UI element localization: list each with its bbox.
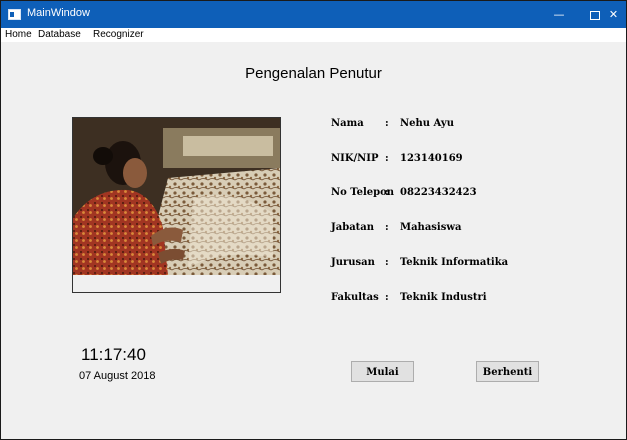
window-title: MainWindow xyxy=(27,7,90,19)
label-fakultas: Fakultas xyxy=(331,292,379,303)
label-jurusan: Jurusan xyxy=(331,257,375,268)
menu-bar: Home Database Recognizer xyxy=(1,28,626,42)
colon-nama: : xyxy=(385,118,389,129)
stop-button[interactable]: Berhenti xyxy=(476,361,539,382)
close-button[interactable]: ✕ xyxy=(601,1,626,28)
title-bar[interactable]: MainWindow — ✕ xyxy=(1,1,626,28)
menu-recognizer[interactable]: Recognizer xyxy=(93,29,144,40)
maximize-icon xyxy=(590,10,600,20)
menu-database[interactable]: Database xyxy=(38,29,81,40)
colon-telepon: : xyxy=(385,187,389,198)
colon-nik: : xyxy=(385,153,389,164)
value-fakultas: Teknik Industri xyxy=(400,292,487,303)
menu-home[interactable]: Home xyxy=(5,29,32,40)
value-jabatan: Mahasiswa xyxy=(400,222,462,233)
label-nik: NIK/NIP xyxy=(331,153,379,164)
minimize-button[interactable]: — xyxy=(541,1,577,28)
clock-time: 11:17:40 xyxy=(81,345,146,364)
colon-jabatan: : xyxy=(385,222,389,233)
value-nama: Nehu Ayu xyxy=(400,118,454,129)
main-window: MainWindow — ✕ Home Database Recognizer … xyxy=(0,0,627,440)
label-nama: Nama xyxy=(331,118,364,129)
colon-fakultas: : xyxy=(385,292,389,303)
value-telepon: 08223432423 xyxy=(400,187,477,198)
user-photo xyxy=(72,117,281,293)
person-photo-icon xyxy=(73,118,280,275)
app-window-icon xyxy=(8,9,21,20)
page-title: Pengenalan Penutur xyxy=(245,65,382,82)
value-jurusan: Teknik Informatika xyxy=(400,257,509,268)
value-nik: 123140169 xyxy=(400,153,463,164)
label-jabatan: Jabatan xyxy=(331,222,375,233)
clock-date: 07 August 2018 xyxy=(79,370,156,382)
colon-jurusan: : xyxy=(385,257,389,268)
start-button[interactable]: Mulai xyxy=(351,361,414,382)
